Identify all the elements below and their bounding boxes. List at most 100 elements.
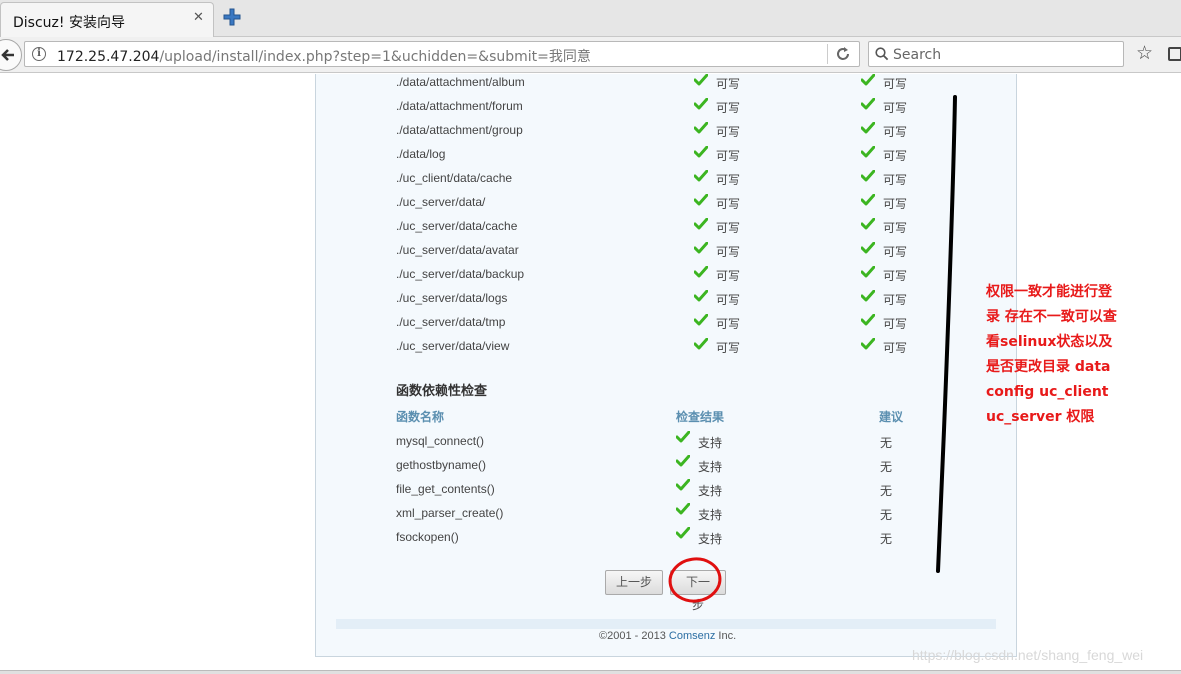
- active-tab[interactable]: Discuz! 安装向导 ✕: [0, 2, 214, 37]
- function-suggestion: 无: [880, 508, 893, 522]
- current-status: 可写: [716, 197, 741, 211]
- copyright: ©2001 - 2013 Comsenz Inc.: [599, 630, 736, 642]
- annotation-line: 权限一致才能进行登: [986, 284, 1112, 300]
- required-status: 可写: [883, 149, 908, 163]
- check-icon: [861, 170, 875, 182]
- prev-step-button[interactable]: 上一步: [605, 570, 663, 595]
- reading-list-icon[interactable]: [1168, 47, 1181, 61]
- directory-path: ./uc_client/data/cache: [396, 171, 513, 185]
- check-icon: [694, 146, 708, 158]
- function-row: gethostbyname() 支持 无: [396, 455, 892, 478]
- directory-path: ./uc_server/data/view: [396, 339, 510, 353]
- directory-path: ./uc_server/data/avatar: [396, 243, 519, 257]
- required-status: 可写: [883, 221, 908, 235]
- function-result: 支持: [698, 460, 723, 474]
- required-status: 可写: [883, 197, 908, 211]
- required-status: 可写: [883, 341, 908, 355]
- info-icon[interactable]: i: [32, 47, 46, 61]
- function-name: mysql_connect(): [396, 434, 485, 448]
- function-row: xml_parser_create() 支持 无: [396, 503, 892, 526]
- check-icon: [861, 194, 875, 206]
- check-icon: [694, 266, 708, 278]
- directory-path: ./uc_server/data/backup: [396, 267, 525, 281]
- check-icon: [694, 98, 708, 110]
- url-text[interactable]: 172.25.47.204/upload/install/index.php?s…: [57, 46, 591, 66]
- annotation-line: config uc_client: [986, 384, 1109, 400]
- tab-title: Discuz! 安装向导: [13, 15, 125, 31]
- address-bar[interactable]: i 172.25.47.204/upload/install/index.php…: [24, 41, 860, 67]
- col-header-suggestion: 建议: [879, 410, 904, 424]
- check-icon: [694, 194, 708, 206]
- check-icon: [676, 503, 690, 515]
- check-icon: [861, 122, 875, 134]
- check-icon: [676, 431, 690, 443]
- check-icon: [694, 74, 708, 86]
- check-icon: [861, 290, 875, 302]
- function-suggestion: 无: [880, 484, 893, 498]
- function-result: 支持: [698, 532, 723, 546]
- function-suggestion: 无: [880, 436, 893, 450]
- function-row: fsockopen() 支持 无: [396, 527, 892, 550]
- required-status: 可写: [883, 269, 908, 283]
- function-check-title: 函数依赖性检查: [396, 383, 488, 398]
- check-icon: [694, 338, 708, 350]
- new-tab-icon[interactable]: [222, 7, 242, 27]
- red-annotation-note: 权限一致才能进行登 录 存在不一致可以查 看selinux状态以及 是否更改目录…: [986, 280, 1136, 430]
- directory-path: ./data/attachment/forum: [396, 99, 523, 113]
- function-name: file_get_contents(): [396, 482, 495, 496]
- check-icon: [861, 242, 875, 254]
- required-status: 可写: [883, 317, 908, 331]
- check-icon: [861, 74, 875, 86]
- function-suggestion: 无: [880, 460, 893, 474]
- next-step-button[interactable]: 下一步: [670, 570, 726, 612]
- directory-path: ./data/attachment/album: [396, 75, 525, 89]
- check-icon: [694, 122, 708, 134]
- check-icon: [676, 455, 690, 467]
- function-name: fsockopen(): [396, 530, 459, 544]
- back-arrow-icon: [1, 49, 14, 61]
- current-status: 可写: [716, 269, 741, 283]
- close-tab-icon[interactable]: ✕: [193, 10, 204, 25]
- bookmark-star-icon[interactable]: ☆: [1136, 42, 1153, 64]
- required-status: 可写: [883, 77, 908, 91]
- search-placeholder: Search: [893, 47, 942, 63]
- check-icon: [694, 290, 708, 302]
- function-name: gethostbyname(): [396, 458, 487, 472]
- check-icon: [861, 98, 875, 110]
- annotation-line: 是否更改目录 data: [986, 359, 1111, 375]
- copyright-suffix: Inc.: [715, 630, 737, 642]
- required-status: 可写: [883, 101, 908, 115]
- current-status: 可写: [716, 125, 741, 139]
- navigation-bar: i 172.25.47.204/upload/install/index.php…: [0, 37, 1181, 73]
- comsenz-link[interactable]: Comsenz: [669, 630, 715, 642]
- directory-path: ./data/attachment/group: [396, 123, 523, 137]
- required-status: 可写: [883, 173, 908, 187]
- check-icon: [694, 242, 708, 254]
- check-icon: [676, 479, 690, 491]
- current-status: 可写: [716, 101, 741, 115]
- col-header-check-result: 检查结果: [676, 410, 725, 424]
- required-status: 可写: [883, 293, 908, 307]
- directory-path: ./uc_server/data/tmp: [396, 315, 506, 329]
- current-status: 可写: [716, 341, 741, 355]
- function-suggestion: 无: [880, 532, 893, 546]
- search-icon: [875, 47, 889, 61]
- check-icon: [861, 218, 875, 230]
- current-status: 可写: [716, 317, 741, 331]
- url-host: 172.25.47.204: [57, 49, 160, 65]
- required-status: 可写: [883, 125, 908, 139]
- status-bar: [0, 670, 1181, 674]
- directory-path: ./data/log: [396, 147, 446, 161]
- check-icon: [861, 266, 875, 278]
- current-status: 可写: [716, 293, 741, 307]
- reload-icon[interactable]: [835, 45, 851, 63]
- function-name: xml_parser_create(): [396, 506, 504, 520]
- function-row: mysql_connect() 支持 无: [396, 431, 892, 454]
- directory-path: ./uc_server/data/: [396, 195, 486, 209]
- back-button[interactable]: [0, 39, 22, 71]
- search-bar[interactable]: Search: [868, 41, 1124, 67]
- watermark: https://blog.csdn.net/shang_feng_wei: [912, 647, 1144, 663]
- directory-path: ./uc_server/data/cache: [396, 219, 518, 233]
- check-icon: [861, 314, 875, 326]
- current-status: 可写: [716, 221, 741, 235]
